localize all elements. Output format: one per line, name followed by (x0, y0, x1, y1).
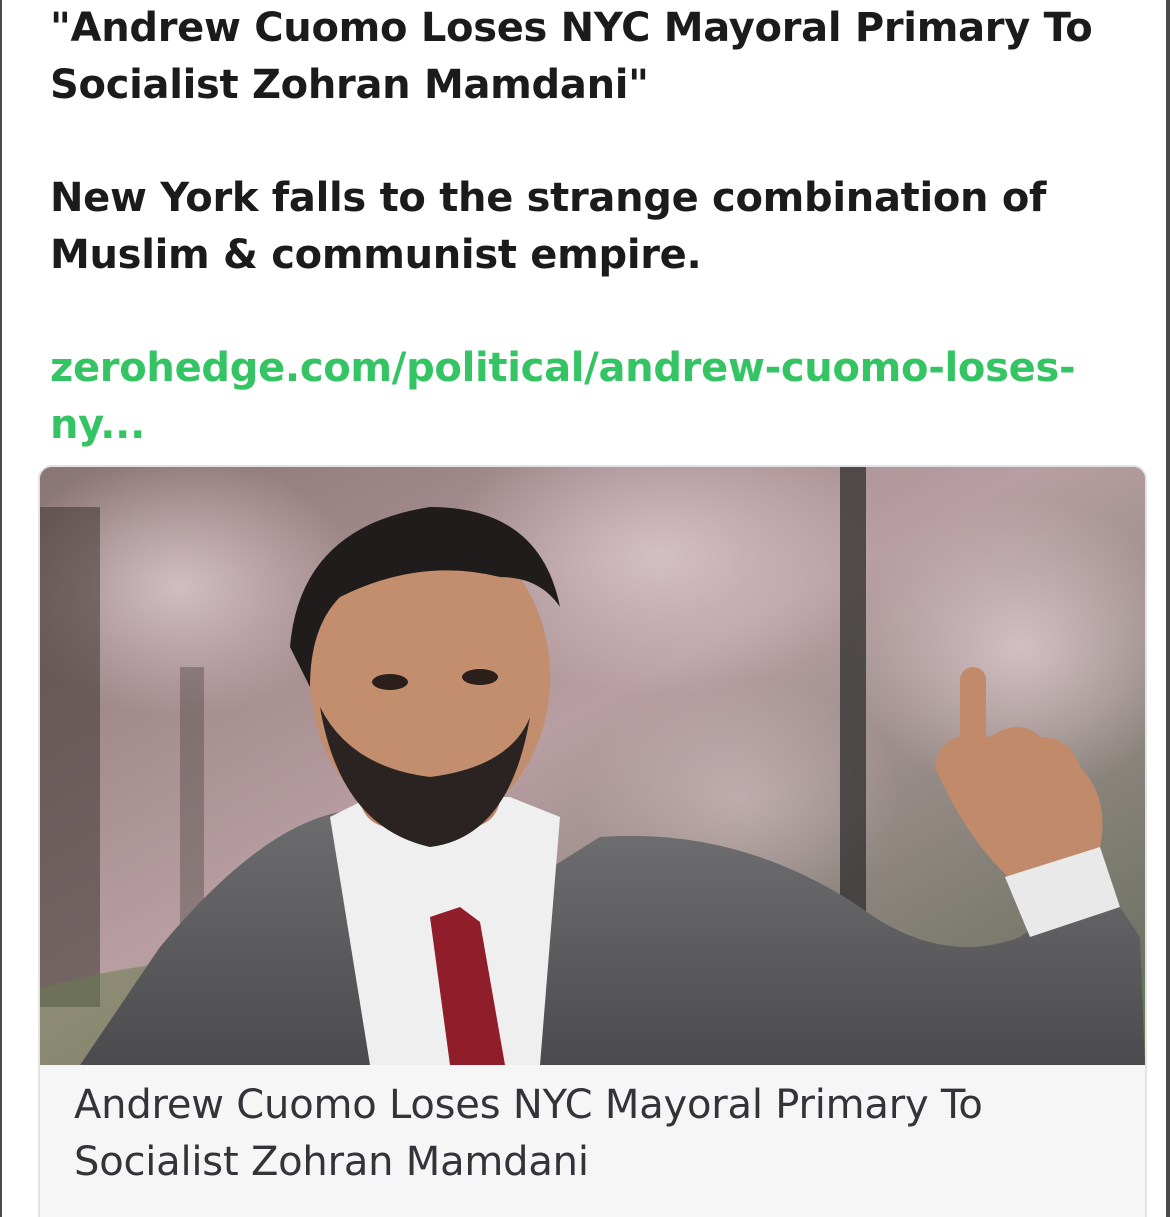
post-headline-quote: "Andrew Cuomo Loses NYC Mayoral Primary … (50, 5, 1093, 108)
link-preview-image (40, 467, 1145, 1065)
photo-icon (40, 467, 1145, 1065)
link-preview-title: Andrew Cuomo Loses NYC Mayoral Primary T… (74, 1082, 983, 1185)
article-link[interactable]: zerohedge.com/political/andrew-cuomo-los… (50, 340, 1130, 454)
post-comment: New York falls to the strange combinatio… (50, 175, 1047, 278)
post-screenshot: "Andrew Cuomo Loses NYC Mayoral Primary … (0, 0, 1170, 1217)
link-preview-card[interactable]: Andrew Cuomo Loses NYC Mayoral Primary T… (38, 465, 1147, 1217)
post-body: "Andrew Cuomo Loses NYC Mayoral Primary … (50, 0, 1130, 454)
